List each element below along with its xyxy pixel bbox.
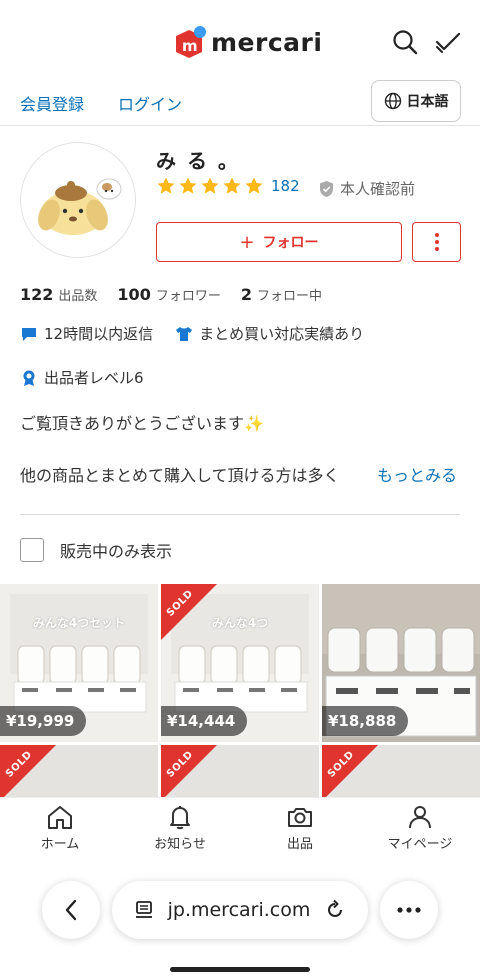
url-text: jp.mercari.com — [167, 899, 311, 921]
medal-icon — [23, 370, 35, 386]
item-card[interactable]: SOLD — [322, 745, 480, 797]
todo-check-icon[interactable] — [434, 28, 462, 56]
camera-icon — [288, 808, 312, 827]
stat-listings[interactable]: 122 出品数 — [20, 285, 97, 304]
avatar[interactable] — [20, 142, 136, 258]
stat-number: 100 — [117, 285, 151, 304]
plus-icon: + — [239, 231, 255, 253]
more-menu-button[interactable] — [380, 881, 438, 939]
vertical-dots-icon — [434, 233, 439, 251]
page-icon — [135, 901, 152, 918]
user-name: み る 。 — [156, 149, 240, 173]
tab-home[interactable]: ホーム — [10, 804, 110, 852]
star-icon — [223, 177, 241, 194]
read-more-link[interactable]: もっとみる — [375, 462, 458, 486]
badge-text: 出品者レベル6 — [44, 369, 144, 387]
search-icon[interactable] — [391, 28, 419, 56]
follow-button[interactable]: + フォロー — [156, 222, 402, 262]
badge-text: 12時間以内返信 — [44, 325, 154, 343]
chat-bubble-icon — [22, 327, 36, 341]
stat-followers[interactable]: 100 フォロワー — [117, 285, 220, 304]
level-badge-row: 出品者レベル6 — [20, 367, 166, 388]
tab-label: ホーム — [40, 837, 80, 852]
item-card[interactable]: ¥18,888 — [322, 584, 480, 742]
tab-label: マイページ — [387, 837, 453, 852]
address-bar[interactable]: jp.mercari.com — [112, 881, 368, 939]
rating-stars[interactable]: 182 — [156, 176, 300, 196]
tab-label: 出品 — [286, 837, 313, 852]
stat-label: 出品数 — [58, 289, 98, 304]
globe-icon — [384, 92, 401, 110]
tab-mypage[interactable]: マイページ — [370, 804, 470, 852]
item-card[interactable]: SOLD — [161, 745, 319, 797]
person-icon — [409, 806, 431, 829]
shield-check-icon — [320, 180, 333, 197]
tab-label: お知らせ — [154, 837, 206, 852]
bottom-tab-bar: ホーム お知らせ 出品 マイページ — [0, 797, 480, 859]
stat-label: フォロワー — [155, 289, 221, 304]
bio-line-1: ご覧頂きありがとうございます✨ — [20, 414, 264, 433]
item-card[interactable]: みんな4つ SOLD ¥14,444 — [161, 584, 319, 742]
item-price: ¥18,888 — [322, 706, 409, 736]
item-card[interactable]: みんな4つセット ¥19,999 — [0, 584, 158, 742]
stat-number: 122 — [20, 285, 54, 304]
item-price: ¥14,444 — [161, 706, 248, 736]
register-link[interactable]: 会員登録 — [20, 91, 84, 115]
stat-following[interactable]: 2 フォロー中 — [241, 285, 322, 304]
on-sale-checkbox[interactable] — [20, 538, 44, 562]
home-indicator — [170, 967, 310, 972]
on-sale-filter[interactable]: 販売中のみ表示 — [20, 538, 172, 562]
browser-toolbar: jp.mercari.com — [0, 859, 480, 979]
language-label: 日本語 — [406, 94, 449, 110]
tab-notifications[interactable]: お知らせ — [130, 804, 230, 852]
badge-bundle: まとめ買い対応実績あり — [175, 323, 364, 344]
mercari-logo[interactable]: m mercari — [172, 26, 322, 58]
shirt-icon — [176, 326, 193, 341]
follow-label: フォロー — [262, 235, 319, 251]
badge-text: まとめ買い対応実績あり — [199, 325, 365, 343]
tab-sell[interactable]: 出品 — [250, 804, 350, 852]
rating-count[interactable]: 182 — [271, 177, 300, 195]
more-options-button[interactable] — [412, 222, 461, 262]
home-icon — [48, 806, 72, 829]
badge-row: 12時間以内返信 まとめ買い対応実績あり — [20, 323, 386, 344]
divider — [20, 514, 460, 515]
item-caption: みんな4つセット — [32, 616, 126, 630]
language-button[interactable]: 日本語 — [371, 80, 461, 122]
star-icon — [179, 177, 197, 194]
login-link[interactable]: ログイン — [118, 91, 182, 115]
stat-label: フォロー中 — [256, 289, 322, 304]
horizontal-dots-icon — [397, 907, 421, 913]
star-icon — [245, 177, 263, 194]
badge-quick-reply: 12時間以内返信 — [20, 323, 153, 344]
item-card[interactable]: SOLD — [0, 745, 158, 797]
star-icon — [157, 177, 175, 194]
app-header: m mercari — [0, 0, 480, 80]
mercari-logo-icon: m — [172, 26, 206, 58]
stat-number: 2 — [240, 285, 252, 304]
svg-text:m: m — [182, 37, 198, 55]
bell-icon — [170, 806, 190, 830]
verification-label: 本人確認前 — [340, 180, 416, 198]
chevron-left-icon — [65, 899, 77, 921]
logo-text: mercari — [211, 27, 323, 57]
verification-status: 本人確認前 — [318, 178, 415, 199]
reload-icon[interactable] — [324, 899, 346, 921]
star-icon — [201, 177, 219, 194]
badge-seller-level: 出品者レベル6 — [20, 367, 144, 388]
profile-stats: 122 出品数 100 フォロワー 2 フォロー中 — [20, 285, 342, 304]
back-button[interactable] — [42, 881, 100, 939]
filter-label: 販売中のみ表示 — [60, 542, 173, 561]
item-price: ¥19,999 — [0, 706, 87, 736]
